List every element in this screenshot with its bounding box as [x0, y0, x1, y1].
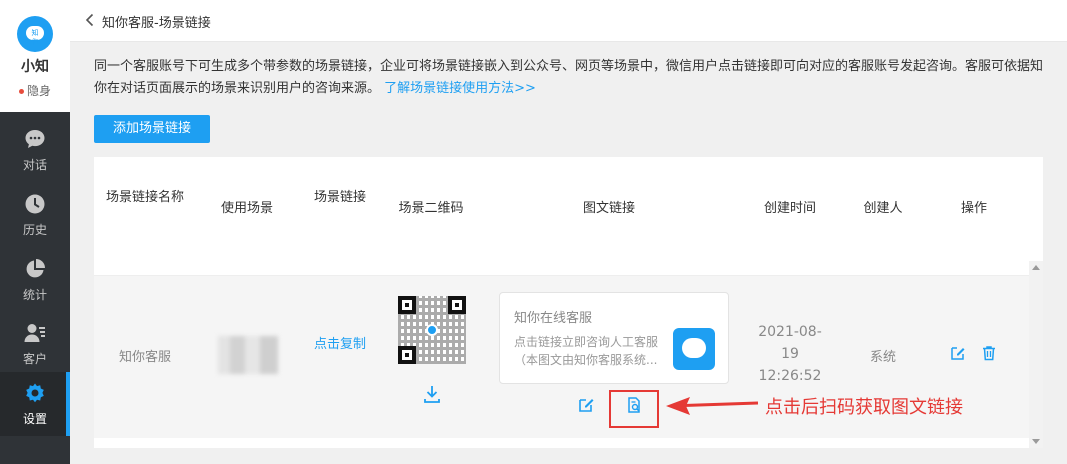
- sidebar-item-label: 对话: [22, 158, 47, 172]
- sidebar-item-history[interactable]: 历史: [0, 183, 70, 247]
- add-scene-link-button[interactable]: 添加场景链接: [94, 115, 210, 143]
- column-header-creator: 创建人: [863, 201, 903, 216]
- page-header: 知你客服-场景链接: [70, 0, 1067, 42]
- column-header-scene: 使用场景: [220, 201, 273, 216]
- table-scrollbar[interactable]: [1029, 261, 1043, 448]
- qr-code-image[interactable]: [398, 296, 466, 364]
- qr-logo-icon: [426, 324, 438, 336]
- card-title: 知你在线客服: [514, 311, 593, 326]
- sidebar-item-label: 客户: [22, 352, 47, 366]
- customer-icon: [24, 324, 45, 342]
- sidebar-item-customers[interactable]: 客户: [0, 312, 70, 376]
- column-header-name: 场景链接名称: [106, 190, 185, 205]
- app-logo-icon: 知你: [17, 16, 53, 52]
- table-divider: [94, 260, 1029, 276]
- column-header-created-time: 创建时间: [763, 201, 816, 216]
- description-text: 同一个客服账号下可生成多个带参数的场景链接，企业可将场景链接嵌入到公众号、网页等…: [94, 59, 1044, 96]
- brand-area: 知你 小知 隐身: [0, 0, 70, 112]
- sidebar-item-label: 统计: [22, 288, 47, 302]
- row-edit-icon[interactable]: [950, 345, 966, 361]
- status-toggle[interactable]: 隐身: [0, 82, 70, 99]
- logo-text: 知你: [31, 29, 39, 46]
- scroll-up-icon[interactable]: [1032, 265, 1040, 270]
- status-label: 隐身: [26, 84, 51, 98]
- sidebar-item-label: 历史: [22, 223, 47, 237]
- help-link[interactable]: 了解场景链接使用方法>>: [384, 81, 536, 96]
- description: 同一个客服账号下可生成多个带参数的场景链接，企业可将场景链接嵌入到公众号、网页等…: [94, 56, 1054, 100]
- page-title: 知你客服-场景链接: [102, 16, 211, 31]
- chat-bubble-icon: [25, 130, 45, 148]
- sidebar-item-stats[interactable]: 统计: [0, 248, 70, 312]
- pie-chart-icon: [26, 259, 45, 278]
- annotation-text: 点击后扫码获取图文链接: [765, 397, 963, 418]
- sidebar-item-settings[interactable]: 设置: [0, 372, 70, 436]
- scene-usage-blurred: [218, 336, 278, 374]
- annotation-arrow-icon: [666, 397, 759, 415]
- column-header-qrcode: 场景二维码: [398, 201, 464, 216]
- creator: 系统: [869, 350, 896, 365]
- status-dot-icon: [18, 89, 24, 94]
- clock-icon: [25, 194, 45, 214]
- sidebar-item-chat[interactable]: 对话: [0, 118, 70, 182]
- sidebar-item-label: 设置: [22, 412, 47, 426]
- app-name: 小知: [21, 59, 49, 75]
- edit-icon[interactable]: [577, 396, 595, 414]
- download-icon[interactable]: [422, 384, 442, 404]
- scene-name: 知你客服: [118, 350, 171, 365]
- column-header-actions: 操作: [960, 201, 987, 216]
- created-time: 2021-08-19 12:26:52: [758, 324, 822, 384]
- card-logo-icon: [673, 328, 715, 370]
- column-header-article-link: 图文链接: [582, 201, 635, 216]
- sidebar: 知你 小知 隐身 对话 历史 统计 客户 设置: [0, 0, 70, 464]
- article-link-card: 知你在线客服 点击链接立即咨询人工客服（本图文由知你客服系统...: [499, 292, 729, 384]
- chevron-left-icon[interactable]: [82, 12, 98, 28]
- column-header-link: 场景链接: [314, 190, 367, 205]
- highlight-box: [609, 390, 659, 428]
- scroll-down-icon[interactable]: [1032, 439, 1040, 444]
- gear-icon: [26, 383, 44, 403]
- copy-link-button[interactable]: 点击复制: [314, 334, 366, 356]
- delete-icon[interactable]: [981, 345, 997, 361]
- card-description: 点击链接立即咨询人工客服（本图文由知你客服系统...: [514, 335, 659, 367]
